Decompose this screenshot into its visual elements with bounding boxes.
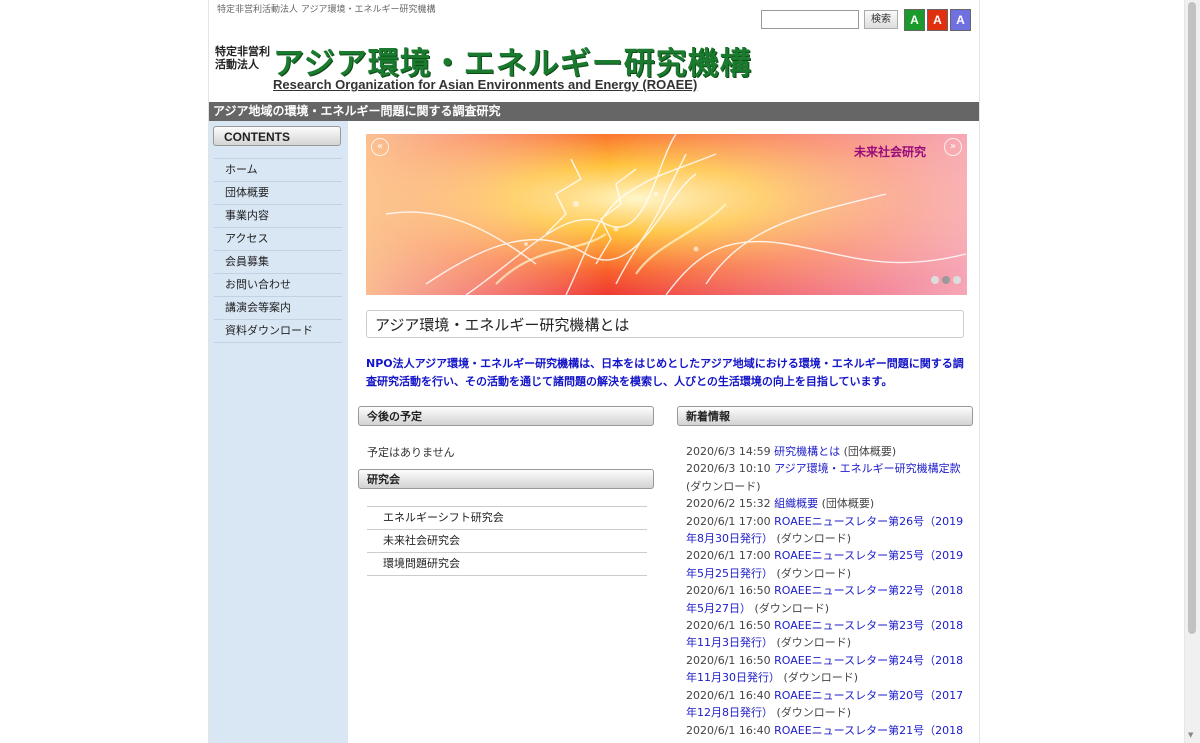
sidebar-menu: ホーム 団体概要 事業内容 アクセス 会員募集 お問い合わせ 講演会等案内 資料… — [214, 158, 342, 343]
schedule-heading: 今後の予定 — [358, 406, 654, 426]
news-category: (ダウンロード) — [776, 636, 852, 650]
sidebar-item-contact[interactable]: お問い合わせ — [214, 273, 342, 296]
news-item: 2020/6/1 17:00 ROAEEニュースレター第25号（2019年5月2… — [686, 547, 971, 582]
sidebar-item-lectures[interactable]: 講演会等案内 — [214, 296, 342, 319]
news-item: 2020/6/1 16:50 ROAEEニュースレター第22号（2018年5月2… — [686, 582, 971, 617]
hero-slider[interactable]: « » 未来社会研究 — [366, 134, 967, 295]
news-category: (ダウンロード) — [686, 479, 761, 493]
logo-org-type: 特定非営利 活動法人 — [215, 45, 270, 71]
news-date: 2020/6/1 16:50 — [686, 584, 771, 598]
news-item: 2020/6/1 16:50 ROAEEニュースレター第23号（2018年11月… — [686, 617, 971, 652]
news-link[interactable]: 研究機構とは — [774, 445, 840, 458]
news-date: 2020/6/3 14:59 — [686, 445, 771, 458]
schedule-empty-text: 予定はありません — [367, 446, 455, 459]
scrollbar-thumb[interactable] — [1188, 2, 1196, 634]
slide-caption: 未来社会研究 — [853, 145, 926, 159]
search-button[interactable]: 検索 — [864, 10, 898, 29]
vertical-scrollbar[interactable]: ▼ — [1184, 0, 1200, 743]
news-item: 2020/6/1 16:50 ROAEEニュースレター第24号（2018年11月… — [686, 652, 971, 687]
logo-org-type-line1: 特定非営利 — [215, 45, 270, 58]
research-item-future-society[interactable]: 未来社会研究会 — [367, 529, 647, 552]
news-item: 2020/6/1 17:00 ROAEEニュースレター第26号（2019年8月3… — [686, 513, 971, 548]
about-heading: アジア環境・エネルギー研究機構とは — [366, 310, 964, 338]
news-item: 2020/6/3 14:59 研究機構とは (団体概要) — [686, 443, 971, 460]
logo-org-type-line2: 活動法人 — [215, 58, 259, 71]
news-category: (ダウンロード) — [776, 706, 852, 720]
research-item-environment[interactable]: 環境問題研究会 — [367, 552, 647, 576]
sidebar-item-membership[interactable]: 会員募集 — [214, 250, 342, 273]
slider-dot-active[interactable] — [942, 276, 950, 284]
research-heading: 研究会 — [358, 469, 654, 489]
slider-next-button[interactable]: » — [944, 138, 962, 156]
news-date: 2020/6/1 16:40 — [686, 688, 771, 702]
site-subtitle-bar: アジア地域の環境・エネルギー問題に関する調査研究 — [209, 102, 979, 121]
news-date: 2020/6/1 17:00 — [686, 549, 771, 563]
news-category: (団体概要) — [821, 497, 875, 511]
news-item: 2020/6/2 15:32 組織概要 (団体概要) — [686, 495, 971, 512]
sidebar-item-access[interactable]: アクセス — [214, 227, 342, 250]
news-heading: 新着情報 — [677, 406, 973, 426]
site-tagline: 特定非営利活動法人 アジア環境・エネルギー研究機構 — [217, 5, 436, 15]
news-category: (団体概要) — [843, 445, 897, 458]
research-list: エネルギーシフト研究会 未来社会研究会 環境問題研究会 — [367, 506, 647, 576]
news-category: (ダウンロード) — [776, 532, 852, 546]
news-date: 2020/6/1 17:00 — [686, 514, 771, 528]
page-container: 特定非営利活動法人 アジア環境・エネルギー研究機構 検索 A A A 特定非営利… — [208, 0, 980, 743]
news-item: 2020/6/1 16:40 ROAEEニュースレター第21号（2018 — [686, 722, 971, 739]
slider-prev-button[interactable]: « — [371, 138, 389, 156]
news-list: 2020/6/3 14:59 研究機構とは (団体概要) 2020/6/3 10… — [686, 443, 971, 739]
font-size-medium-button[interactable]: A — [927, 9, 948, 31]
search-input[interactable] — [761, 10, 859, 29]
news-category: (ダウンロード) — [754, 601, 830, 615]
scroll-down-arrow-icon[interactable]: ▼ — [1188, 731, 1193, 739]
news-date: 2020/6/2 15:32 — [686, 497, 771, 511]
news-date: 2020/6/1 16:50 — [686, 653, 771, 667]
font-size-large-button[interactable]: A — [950, 9, 971, 31]
news-link[interactable]: ROAEEニュースレター第21号（2018 — [774, 724, 963, 737]
news-link[interactable]: アジア環境・エネルギー研究機構定款 — [774, 462, 961, 475]
news-date: 2020/6/3 10:10 — [686, 462, 771, 476]
slider-dot[interactable] — [953, 276, 961, 284]
news-item: 2020/6/1 16:40 ROAEEニュースレター第20号（2017年12月… — [686, 687, 971, 722]
news-date: 2020/6/1 16:40 — [686, 723, 771, 737]
news-item: 2020/6/3 10:10 アジア環境・エネルギー研究機構定款 (ダウンロード) — [686, 460, 971, 495]
sidebar: CONTENTS ホーム 団体概要 事業内容 アクセス 会員募集 お問い合わせ … — [209, 121, 348, 743]
sidebar-item-business[interactable]: 事業内容 — [214, 204, 342, 227]
site-logo-english[interactable]: Research Organization for Asian Environm… — [273, 77, 697, 92]
slider-dots — [928, 273, 961, 287]
sidebar-item-downloads[interactable]: 資料ダウンロード — [214, 319, 342, 343]
slider-dot[interactable] — [931, 276, 939, 284]
news-date: 2020/6/1 16:50 — [686, 619, 771, 633]
research-item-energy-shift[interactable]: エネルギーシフト研究会 — [367, 506, 647, 529]
sidebar-item-about[interactable]: 団体概要 — [214, 181, 342, 204]
news-category: (ダウンロード) — [776, 566, 852, 580]
about-description: NPO法人アジア環境・エネルギー研究機構は、日本をはじめとしたアジア地域における… — [366, 357, 964, 388]
news-link[interactable]: 組織概要 — [774, 497, 818, 510]
font-size-small-button[interactable]: A — [904, 9, 925, 31]
news-category: (ダウンロード) — [783, 671, 859, 685]
sidebar-heading: CONTENTS — [213, 126, 341, 146]
sidebar-item-home[interactable]: ホーム — [214, 158, 342, 181]
